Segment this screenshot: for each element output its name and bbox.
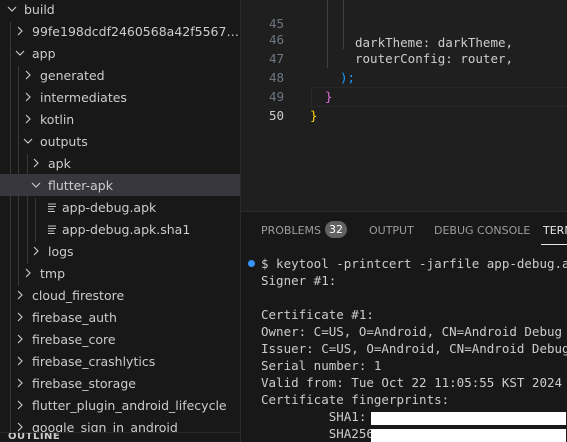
- folder-tree-item[interactable]: tmp: [0, 262, 240, 284]
- folder-tree-item[interactable]: flutter-apk: [0, 174, 240, 196]
- tree-item-label: firebase_auth: [32, 309, 117, 325]
- chevron-right-icon: [20, 67, 36, 83]
- tree-item-label: 99fe198dcdf2460568a42f5567d1d...: [32, 23, 240, 39]
- command-status-dot-icon: [248, 260, 255, 267]
- tree-item-label: firebase_core: [32, 331, 116, 347]
- tree-item-label: flutter-apk: [48, 177, 113, 193]
- folder-tree-item[interactable]: kotlin: [0, 108, 240, 130]
- chevron-right-icon: [12, 331, 28, 347]
- code-line: 49 }: [241, 68, 567, 123]
- chevron-right-icon: [20, 89, 36, 105]
- code-line: 48 }: [241, 49, 567, 104]
- folder-tree-item[interactable]: firebase_auth: [0, 306, 240, 328]
- bottom-panel: PROBLEMS 32 OUTPUT DEBUG CONSOLE TERMINA…: [240, 211, 567, 442]
- tree-item-label: logs: [48, 243, 74, 259]
- chevron-right-icon: [12, 287, 28, 303]
- tab-debug-console[interactable]: DEBUG CONSOLE: [434, 224, 530, 237]
- terminal-line: Certificate #1:: [261, 307, 374, 322]
- file-tree-item[interactable]: app-debug.apk: [0, 196, 240, 218]
- tree-item-label: generated: [40, 67, 105, 83]
- folder-tree-item[interactable]: apk: [0, 152, 240, 174]
- folder-tree-item[interactable]: logs: [0, 240, 240, 262]
- tree-item-label: app-debug.apk: [62, 199, 157, 215]
- terminal-line: Valid from: Tue Oct 22 11:05:55 KST 2024…: [261, 375, 563, 390]
- folder-tree-item[interactable]: firebase_core: [0, 328, 240, 350]
- problems-count-badge: 32: [325, 221, 347, 238]
- folder-tree-item[interactable]: generated: [0, 64, 240, 86]
- folder-tree-item[interactable]: flutter_plugin_android_lifecycle: [0, 394, 240, 416]
- folder-tree-item[interactable]: 99fe198dcdf2460568a42f5567d1d...: [0, 20, 240, 42]
- terminal-line: Issuer: C=US, O=Android, CN=Android Debu…: [261, 341, 567, 356]
- tree-item-label: app: [32, 45, 56, 61]
- chevron-right-icon: [12, 353, 28, 369]
- folder-tree-item[interactable]: cloud_firestore: [0, 284, 240, 306]
- chevron-right-icon: [20, 111, 36, 127]
- terminal-line: Certificate fingerprints:: [261, 392, 450, 407]
- folder-tree-item[interactable]: build: [0, 0, 240, 20]
- code-line: 46 routerConfig: router,: [241, 11, 567, 66]
- file-lines-icon: [44, 221, 60, 237]
- chevron-right-icon: [12, 375, 28, 391]
- file-tree-item[interactable]: app-debug.apk.sha1: [0, 218, 240, 240]
- tree-item-label: outputs: [40, 133, 88, 149]
- code-line: 47 );: [241, 30, 567, 85]
- tree-item-label: firebase_storage: [32, 375, 136, 391]
- tree-item-label: tmp: [40, 265, 66, 281]
- chevron-right-icon: [12, 397, 28, 413]
- file-explorer: build 99fe198dcdf2460568a42f5567d1d... app…: [0, 0, 240, 441]
- tree-item-label: build: [24, 1, 55, 17]
- terminal-line: $ keytool -printcert -jarfile app-debug.…: [261, 256, 567, 271]
- chevron-down-icon: [12, 45, 28, 61]
- terminal-line: Owner: C=US, O=Android, CN=Android Debug: [261, 324, 563, 339]
- code-editor[interactable]: 45 darkTheme: darkTheme, 46 routerConfig…: [240, 0, 567, 211]
- tree-item-label: cloud_firestore: [32, 287, 125, 303]
- chevron-right-icon: [28, 243, 44, 259]
- folder-tree-item[interactable]: firebase_storage: [0, 372, 240, 394]
- file-lines-icon: [44, 199, 60, 215]
- folder-tree-item[interactable]: firebase_crashlytics: [0, 350, 240, 372]
- tab-output[interactable]: OUTPUT: [369, 224, 414, 237]
- tab-problems[interactable]: PROBLEMS: [261, 224, 321, 237]
- folder-tree-item[interactable]: app: [0, 42, 240, 64]
- code-line: 50: [241, 87, 567, 123]
- chevron-right-icon: [12, 23, 28, 39]
- folder-tree-item[interactable]: intermediates: [0, 86, 240, 108]
- tree-item-label: firebase_crashlytics: [32, 353, 156, 369]
- chevron-down-icon: [28, 177, 44, 193]
- tab-terminal[interactable]: TERMINAL: [543, 224, 567, 237]
- chevron-right-icon: [12, 309, 28, 325]
- terminal-line: Signer #1:: [261, 273, 337, 288]
- line-number: 50: [268, 108, 284, 123]
- folder-tree-item[interactable]: outputs: [0, 130, 240, 152]
- active-tab-indicator: [541, 244, 567, 245]
- code-text: }: [310, 108, 318, 123]
- chevron-down-icon: [20, 133, 36, 149]
- tree-item-label: kotlin: [40, 111, 75, 127]
- tree-item-label: apk: [48, 155, 71, 171]
- redaction-box: [371, 412, 566, 425]
- tree-item-label: intermediates: [40, 89, 127, 105]
- chevron-down-icon: [4, 1, 20, 17]
- tree-item-label: app-debug.apk.sha1: [62, 221, 191, 237]
- terminal-line: SHA1: 6: [261, 409, 382, 424]
- redaction-box: [371, 429, 566, 442]
- tree-item-label: flutter_plugin_android_lifecycle: [32, 397, 227, 413]
- outline-label: OUTLINE: [8, 432, 61, 441]
- outline-section-header[interactable]: OUTLINE: [0, 432, 240, 441]
- terminal-line: Serial number: 1: [261, 358, 382, 373]
- chevron-right-icon: [28, 155, 44, 171]
- chevron-right-icon: [20, 265, 36, 281]
